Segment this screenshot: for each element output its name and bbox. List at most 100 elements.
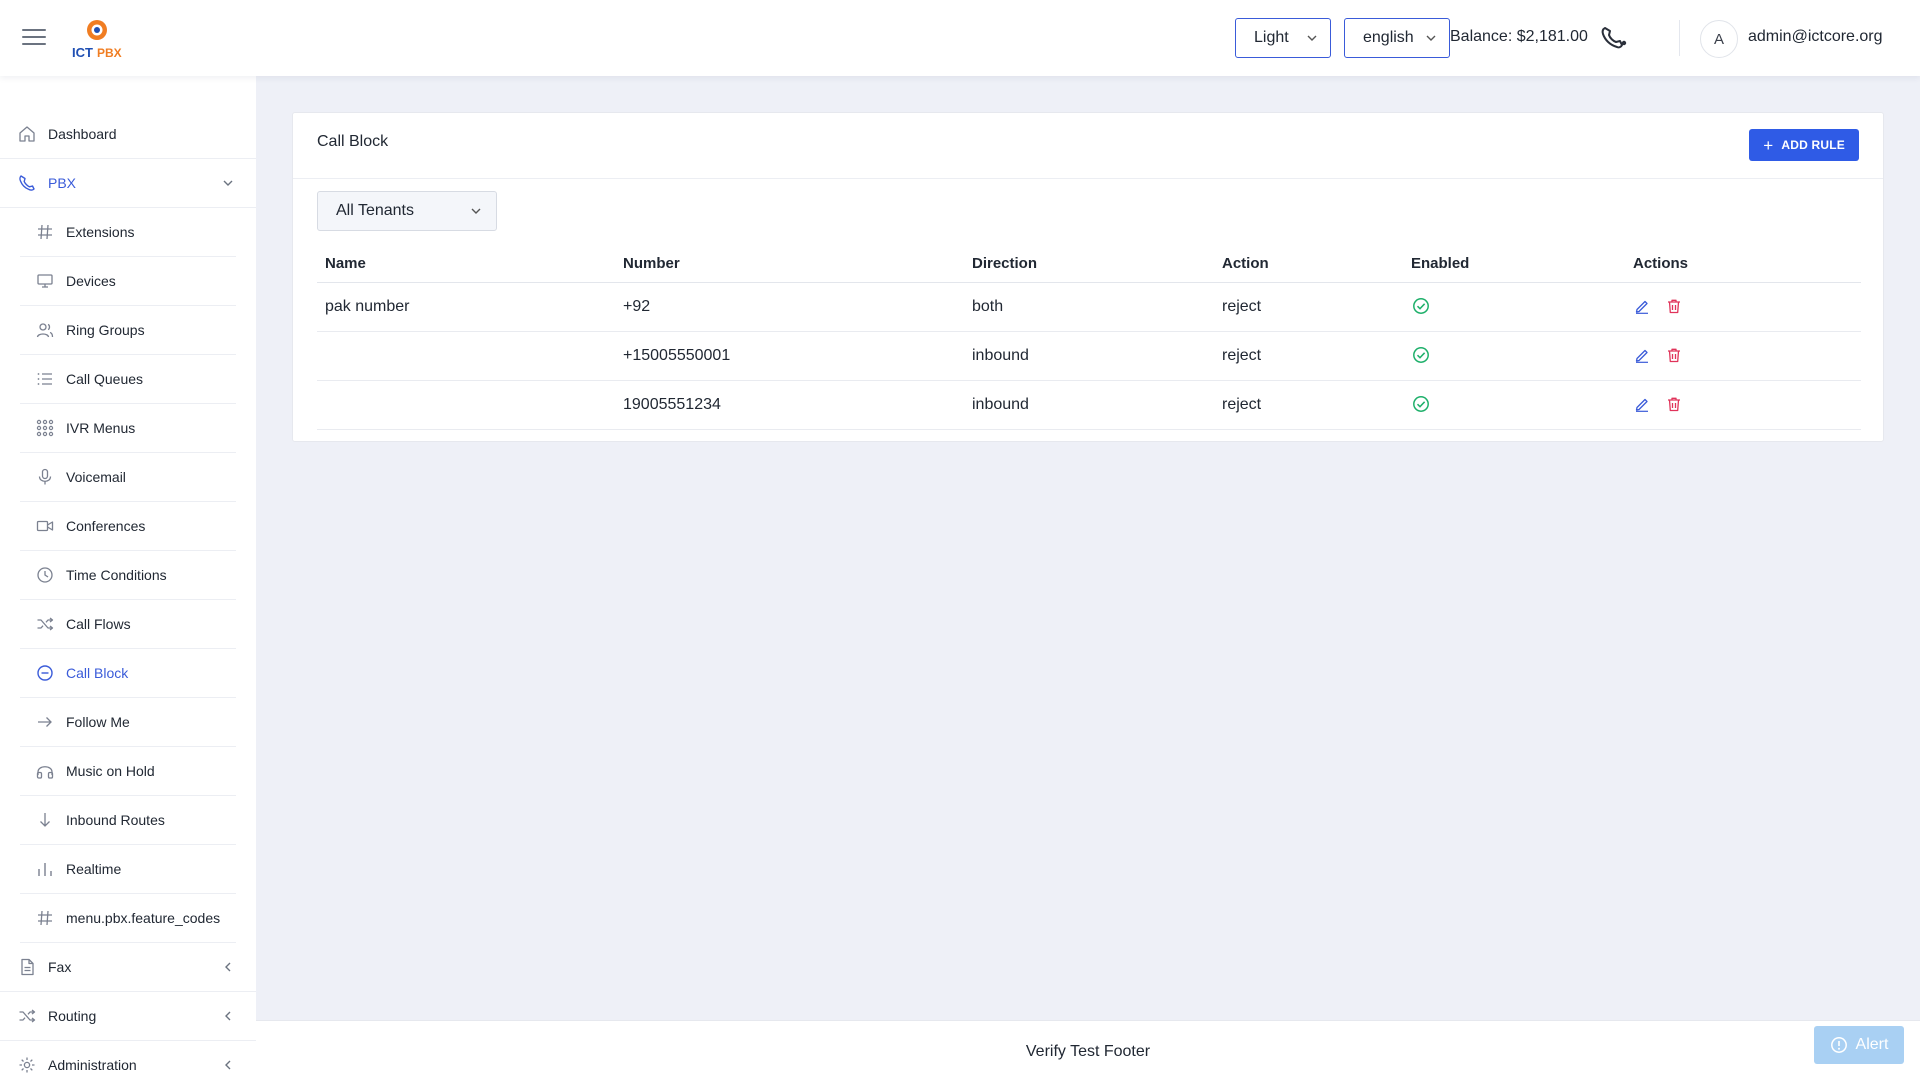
grid-icon xyxy=(36,419,54,437)
chevron-down-icon xyxy=(1307,35,1317,41)
chevron-down-icon xyxy=(1426,35,1436,41)
sidebar-item-label: Music on Hold xyxy=(66,763,155,779)
info-icon xyxy=(1830,1037,1847,1053)
chevron-left-icon xyxy=(225,1011,231,1021)
sidebar-item-fax[interactable]: Fax xyxy=(0,943,256,992)
sidebar: Dashboard PBX Extensions Devices Ring Gr… xyxy=(0,76,256,1080)
cell-direction: inbound xyxy=(972,347,1029,364)
sidebar-item-ivr-menus[interactable]: IVR Menus xyxy=(20,404,236,453)
ictpbx-logo[interactable]: ICT PBX xyxy=(72,16,126,60)
sidebar-item-call-queues[interactable]: Call Queues xyxy=(20,355,236,404)
gear-icon xyxy=(19,1057,35,1073)
column-header-action[interactable]: Action xyxy=(1222,255,1269,272)
sidebar-item-label: IVR Menus xyxy=(66,420,136,436)
home-icon xyxy=(19,126,35,142)
theme-select[interactable]: Light xyxy=(1235,18,1331,58)
sidebar-item-label: Follow Me xyxy=(66,714,130,730)
enabled-check-icon xyxy=(1413,347,1429,363)
column-header-actions: Actions xyxy=(1633,255,1689,272)
sidebar-item-label: Realtime xyxy=(66,861,122,877)
sidebar-item-inbound-routes[interactable]: Inbound Routes xyxy=(20,796,236,845)
column-header-direction[interactable]: Direction xyxy=(972,255,1037,272)
column-header-name[interactable]: Name xyxy=(325,255,366,272)
svg-text:PBX: PBX xyxy=(97,46,122,60)
sidebar-item-voicemail[interactable]: Voicemail xyxy=(20,453,236,502)
monitor-icon xyxy=(37,274,53,288)
sidebar-item-ring-groups[interactable]: Ring Groups xyxy=(20,306,236,355)
sidebar-item-label: Routing xyxy=(48,1008,97,1024)
language-select[interactable]: english xyxy=(1344,18,1450,58)
delete-icon[interactable] xyxy=(1666,396,1682,412)
sidebar-item-label: Call Queues xyxy=(66,371,144,387)
sidebar-item-label: Extensions xyxy=(66,224,135,240)
table-row: 19005551234 inbound reject xyxy=(317,381,1861,430)
phone-icon xyxy=(19,175,35,191)
cell-number: 19005551234 xyxy=(623,396,721,413)
chevron-left-icon xyxy=(225,1060,231,1070)
sidebar-item-feature-codes[interactable]: menu.pbx.feature_codes xyxy=(20,894,236,943)
page-footer: Verify Test Footer xyxy=(256,1020,1920,1080)
sidebar-item-time-conditions[interactable]: Time Conditions xyxy=(20,551,236,600)
sidebar-item-label: PBX xyxy=(48,175,77,191)
sidebar-item-call-block[interactable]: Call Block xyxy=(20,649,236,698)
alert-button-label: Alert xyxy=(1855,1036,1889,1053)
sidebar-item-conferences[interactable]: Conferences xyxy=(20,502,236,551)
sidebar-item-administration[interactable]: Administration xyxy=(0,1041,256,1080)
user-email[interactable]: admin@ictcore.org xyxy=(1748,28,1883,46)
list-icon xyxy=(37,373,52,385)
cell-number: +15005550001 xyxy=(623,347,731,364)
header-divider xyxy=(1679,20,1680,56)
delete-icon[interactable] xyxy=(1666,298,1682,314)
mic-icon xyxy=(38,468,52,485)
add-rule-button[interactable]: + ADD RULE xyxy=(1749,129,1859,161)
plus-icon: + xyxy=(1763,135,1774,155)
sidebar-item-label: Call Block xyxy=(66,665,129,681)
sidebar-item-label: Voicemail xyxy=(66,469,126,485)
sidebar-item-extensions[interactable]: Extensions xyxy=(20,208,236,257)
edit-icon[interactable] xyxy=(1634,347,1650,363)
arrow-down-icon xyxy=(40,813,50,827)
edit-icon[interactable] xyxy=(1634,298,1650,314)
sidebar-item-label: Dashboard xyxy=(48,126,117,142)
edit-icon[interactable] xyxy=(1634,396,1650,412)
users-icon xyxy=(36,323,54,338)
menu-toggle-icon[interactable] xyxy=(22,29,46,47)
table-row: +15005550001 inbound reject xyxy=(317,332,1861,381)
clock-icon xyxy=(37,567,53,583)
svg-text:ICT: ICT xyxy=(72,45,93,60)
sidebar-item-music-on-hold[interactable]: Music on Hold xyxy=(20,747,236,796)
user-avatar[interactable]: A xyxy=(1700,20,1738,58)
alert-button[interactable]: Alert xyxy=(1814,1026,1904,1064)
add-rule-label: ADD RULE xyxy=(1781,138,1845,152)
tenant-filter-select[interactable]: All Tenants xyxy=(317,191,497,231)
sidebar-item-follow-me[interactable]: Follow Me xyxy=(20,698,236,747)
table-row: pak number +92 both reject xyxy=(317,283,1861,332)
cell-direction: both xyxy=(972,298,1004,315)
sidebar-item-label: Ring Groups xyxy=(66,322,145,338)
chevron-left-icon xyxy=(225,962,231,972)
hash-icon xyxy=(38,224,52,240)
top-header: ICT PBX Light english Balance: $2,181.00… xyxy=(0,0,1920,76)
softphone-icon[interactable] xyxy=(1600,25,1628,51)
cell-action: reject xyxy=(1222,347,1262,364)
column-header-enabled[interactable]: Enabled xyxy=(1411,255,1469,272)
cell-action: reject xyxy=(1222,298,1262,315)
sidebar-item-devices[interactable]: Devices xyxy=(20,257,236,306)
page-title: Call Block xyxy=(317,133,389,150)
file-icon xyxy=(21,958,34,976)
sidebar-item-call-flows[interactable]: Call Flows xyxy=(20,600,236,649)
account-balance: Balance: $2,181.00 xyxy=(1450,28,1588,45)
cell-number: +92 xyxy=(623,298,651,315)
sidebar-item-label: Administration xyxy=(48,1057,137,1073)
sidebar-item-label: Fax xyxy=(48,959,72,975)
sidebar-item-routing[interactable]: Routing xyxy=(0,992,256,1041)
bars-icon xyxy=(38,863,52,876)
column-header-number[interactable]: Number xyxy=(623,255,680,272)
delete-icon[interactable] xyxy=(1666,347,1682,363)
sidebar-item-dashboard[interactable]: Dashboard xyxy=(0,110,256,159)
shuffle-icon xyxy=(19,1009,36,1023)
sidebar-item-realtime[interactable]: Realtime xyxy=(20,845,236,894)
cell-action: reject xyxy=(1222,396,1262,413)
cell-direction: inbound xyxy=(972,396,1029,413)
sidebar-item-pbx[interactable]: PBX xyxy=(0,159,256,208)
